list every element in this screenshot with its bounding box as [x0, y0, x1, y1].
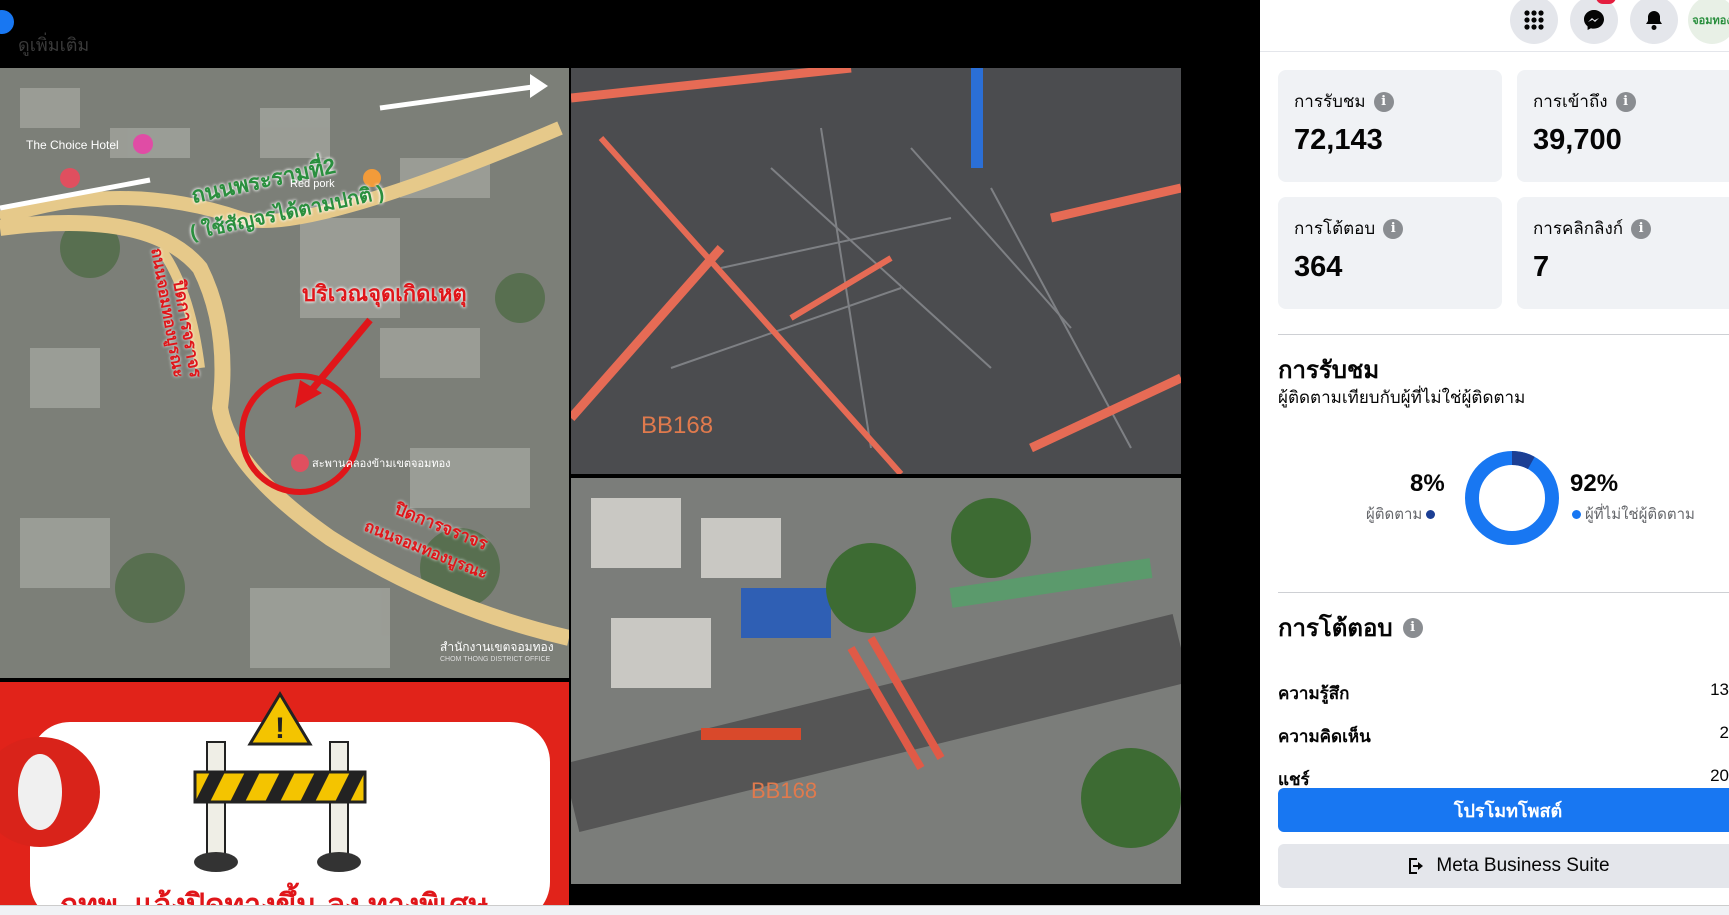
followers-legend: ผู้ติดตาม: [1366, 502, 1436, 526]
info-icon[interactable]: i: [1631, 218, 1652, 239]
stat-label-engagement: การโต้ตอบ: [1294, 219, 1376, 238]
info-icon[interactable]: i: [1615, 91, 1636, 112]
comments-label: ความคิดเห็น: [1278, 727, 1371, 746]
stat-value-views: 72,143: [1294, 124, 1383, 156]
meta-business-suite-button[interactable]: Meta Business Suite: [1278, 844, 1729, 888]
top-nav-bar: จอมทอง: [1260, 0, 1729, 52]
notice-title: กทพ. แจ้งปิดทางขึ้น-ลง ทางพิเศษ: [60, 882, 488, 905]
stat-label-link-clicks: การคลิกลิงก์: [1533, 219, 1624, 238]
non-followers-dot: [1572, 509, 1581, 519]
district-office-label: สำนักงานเขตจอมทอง: [440, 640, 554, 654]
followers-label: ผู้ติดตาม: [1366, 506, 1423, 523]
map-marker-label: สะพานคลองข้ามเขตจอมทอง: [312, 458, 451, 470]
section-divider: [1278, 334, 1729, 335]
followers-dot: [1426, 509, 1436, 519]
stat-label-reach: การเข้าถึง: [1533, 92, 1608, 111]
nav-dot[interactable]: [0, 10, 14, 34]
post-media-area: ดูเพิ่มเติม ถนนพระรามที่2 (ใช้สัญจรได้ต…: [0, 0, 1260, 915]
map-hotel-label: The Choice Hotel: [26, 138, 119, 152]
external-link-icon: [1409, 858, 1424, 874]
info-icon[interactable]: i: [1373, 91, 1394, 112]
map-accident-label: บริเวณจุดเกิดเหตุ: [302, 281, 467, 306]
collapse-photo-aerial[interactable]: BB168: [571, 478, 1181, 884]
menu-grid-icon[interactable]: [1510, 0, 1558, 44]
avatar-text: จอมทอง: [1692, 15, 1729, 27]
messenger-badge: [1596, 0, 1616, 4]
map-poi-label: Red pork: [290, 178, 335, 190]
info-icon[interactable]: i: [1383, 218, 1404, 239]
post-insights-panel: จอมทอง การรับชม i 72,143 การเข้าถึง i 39,7…: [1260, 0, 1729, 915]
donut-non-followers-arc: [1465, 451, 1559, 545]
stat-card-reach: การเข้าถึง i 39,700: [1517, 70, 1729, 182]
beam-label-1: BB168: [641, 412, 714, 439]
reactions-label: ความรู้สึก: [1278, 684, 1350, 703]
messenger-icon[interactable]: [1570, 0, 1618, 44]
see-more-text: ดูเพิ่มเติม: [18, 35, 90, 55]
notifications-bell-icon[interactable]: [1630, 0, 1678, 44]
stat-card-link-clicks: การคลิกลิงก์ i 7: [1517, 197, 1729, 309]
stat-card-engagement: การโต้ตอบ i 364: [1278, 197, 1502, 309]
collapse-photo-top[interactable]: BB168: [571, 68, 1181, 474]
non-followers-legend: ผู้ที่ไม่ใช่ผู้ติดตาม: [1572, 502, 1695, 526]
engagement-section-title: การโต้ตอบ i: [1278, 608, 1423, 647]
engagement-title-text: การโต้ตอบ: [1278, 615, 1393, 642]
road-closure-notice-image[interactable]: ! กทพ. แจ้งปิดทางขึ้น-ลง ทางพิเศษ: [0, 682, 569, 905]
comments-value: 2: [1719, 723, 1729, 742]
business-suite-label: Meta Business Suite: [1436, 855, 1610, 876]
views-section-subtitle: ผู้ติดตามเทียบกับผู้ที่ไม่ใช่ผู้ติดตาม: [1278, 388, 1526, 407]
svg-text:!: !: [275, 712, 285, 745]
post-viewer: ดูเพิ่มเติม ถนนพระรามที่2 (ใช้สัญจรได้ต…: [0, 0, 1729, 915]
bottom-scroll-strip: [0, 905, 1729, 915]
stat-value-link-clicks: 7: [1533, 251, 1550, 283]
district-office-label-en: CHOM THONG DISTRICT OFFICE: [440, 656, 551, 663]
non-followers-label: ผู้ที่ไม่ใช่ผู้ติดตาม: [1585, 506, 1695, 523]
stat-value-reach: 39,700: [1533, 124, 1622, 156]
info-icon[interactable]: i: [1402, 617, 1423, 638]
beam-label-2: BB168: [751, 778, 818, 803]
stat-value-engagement: 364: [1294, 251, 1343, 283]
profile-avatar[interactable]: จอมทอง: [1688, 0, 1729, 44]
followers-percent: 8%: [1410, 470, 1445, 497]
promote-post-button[interactable]: โปรโมทโพสต์: [1278, 788, 1729, 832]
stat-card-views: การรับชม i 72,143: [1278, 70, 1502, 182]
followers-donut-chart: [1465, 451, 1559, 545]
shares-value: 20: [1710, 766, 1729, 785]
section-divider: [1278, 592, 1729, 593]
reactions-value: 13: [1710, 680, 1729, 699]
map-photo[interactable]: ถนนพระรามที่2 ( ใช้สัญจรได้ตามปกติ ) บริ…: [0, 68, 569, 678]
stat-label-views: การรับชม: [1294, 92, 1366, 111]
non-followers-percent: 92%: [1570, 470, 1619, 497]
